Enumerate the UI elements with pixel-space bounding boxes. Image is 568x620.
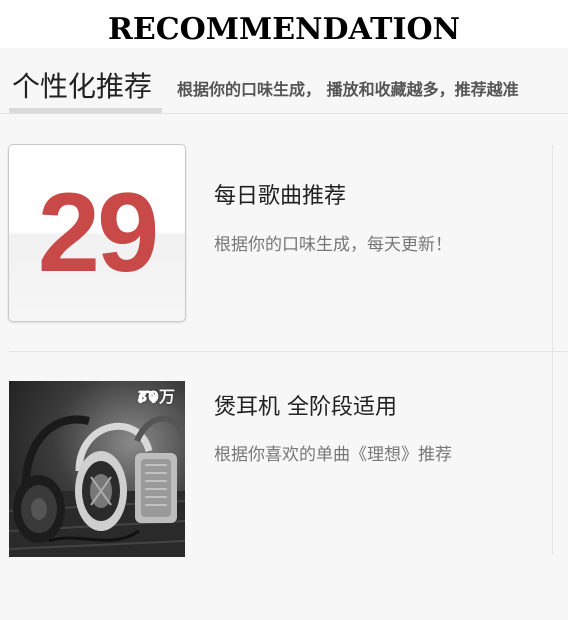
- item-title: 煲耳机 全阶段适用: [214, 395, 397, 420]
- item-description: 根据你的口味生成，每天更新！: [214, 235, 452, 255]
- list-separator: [9, 351, 568, 352]
- play-count: 30万: [137, 386, 175, 408]
- banner-title: RECOMMENDATION: [108, 12, 461, 47]
- banner: RECOMMENDATION: [0, 0, 568, 48]
- item-description: 根据你喜欢的单曲《理想》推荐: [214, 445, 452, 465]
- headphone-icon: [138, 390, 156, 403]
- calendar-icon: 29: [8, 144, 186, 322]
- tab-personalized[interactable]: 个性化推荐: [12, 70, 152, 104]
- item-title: 每日歌曲推荐: [214, 184, 347, 209]
- playlist-cover-image: 30万: [9, 381, 185, 557]
- tab-active-indicator: [9, 108, 162, 113]
- tab-subtitle: 根据你的口味生成， 播放和收藏越多，推荐越准: [177, 80, 519, 99]
- list-right-divider: [552, 145, 553, 555]
- daily-songs-item[interactable]: 29 每日歌曲推荐 根据你的口味生成，每天更新！: [0, 144, 552, 322]
- tab-bar: 个性化推荐 根据你的口味生成， 播放和收藏越多，推荐越准: [0, 48, 568, 114]
- calendar-day: 29: [37, 170, 160, 295]
- recommend-page: 个性化推荐 根据你的口味生成， 播放和收藏越多，推荐越准 29 每日歌曲推荐 根…: [0, 48, 568, 620]
- recommend-list: 29 每日歌曲推荐 根据你的口味生成，每天更新！ 30万 煲耳机 全阶段适用 根…: [0, 115, 568, 620]
- playlist-item[interactable]: 30万 煲耳机 全阶段适用 根据你喜欢的单曲《理想》推荐: [0, 381, 552, 557]
